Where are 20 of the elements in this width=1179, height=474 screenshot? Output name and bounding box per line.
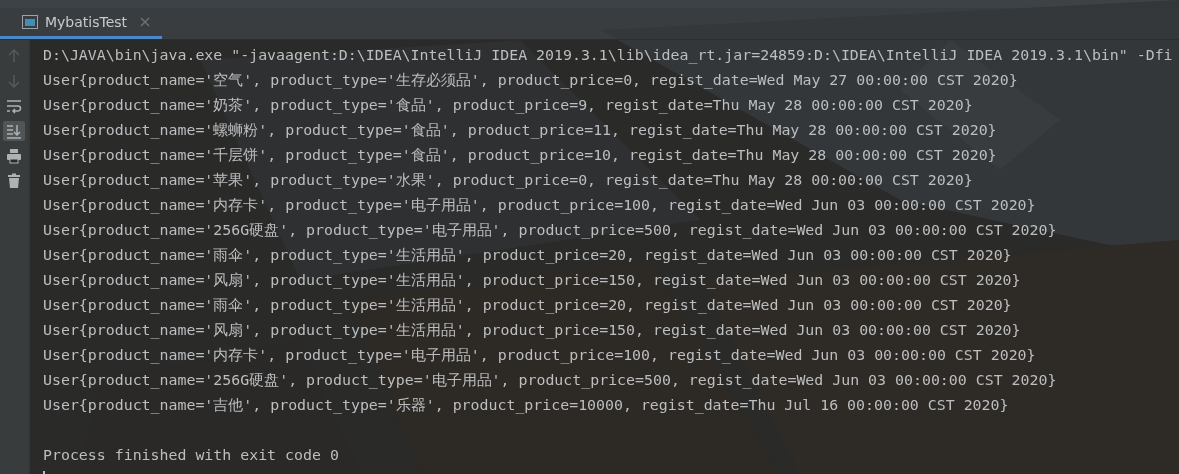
scroll-to-end-icon[interactable] xyxy=(3,121,25,141)
close-icon[interactable] xyxy=(140,17,151,27)
console-line: User{product_name='256G硬盘', product_type='电子用品', product_price=500, regist_date=Wed Jun 03 00:00:00 CST 2020} xyxy=(43,220,1058,241)
console-line: User{product_name='雨伞', product_type='生活用品', product_price=20, regist_date=Wed Jun 03 00:00:00 CST 2020} xyxy=(43,245,1013,266)
console-line: User{product_name='千层饼', product_type='食品', product_price=10, regist_date=Thu May 28 00:00:00 CST 2020} xyxy=(43,145,998,166)
console-line: User{product_name='256G硬盘', product_type='电子用品', product_price=500, regist_date=Wed Jun 03 00:00:00 CST 2020} xyxy=(43,370,1058,391)
console-line: User{product_name='苹果', product_type='水果', product_price=0, regist_date=Thu May 28 00:00:00 CST 2020} xyxy=(43,170,974,191)
console-line: User{product_name='内存卡', product_type='电子用品', product_price=100, regist_date=Wed Jun 03 00:00:00 CST 2020} xyxy=(43,345,1037,366)
console-line: User{product_name='风扇', product_type='生活用品', product_price=150, regist_date=Wed Jun 03 00:00:00 CST 2020} xyxy=(43,320,1022,341)
console-window-icon xyxy=(22,15,38,29)
console-line: User{product_name='内存卡', product_type='电子用品', product_price=100, regist_date=Wed Jun 03 00:00:00 CST 2020} xyxy=(43,195,1037,216)
console-line: User{product_name='螺蛳粉', product_type='食品', product_price=11, regist_date=Thu May 28 00:00:00 CST 2020} xyxy=(43,120,998,141)
console-line: User{product_name='吉他', product_type='乐器', product_price=10000, regist_date=Thu Jul 16 00:00:00 CST 2020} xyxy=(43,395,1010,416)
exit-message: Process finished with exit code 0 xyxy=(43,445,340,466)
console-line: D:\JAVA\bin\java.exe "-javaagent:D:\IDEA\IntelliJ IDEA 2019.3.1\lib\idea_rt.jar=24859:D:\IDEA\IntelliJ IDEA 2019.3.1\bin" -Dfi xyxy=(43,45,1173,66)
console-line: User{product_name='风扇', product_type='生活用品', product_price=150, regist_date=Wed Jun 03 00:00:00 CST 2020} xyxy=(43,270,1022,291)
console-line: User{product_name='奶茶', product_type='食品', product_price=9, regist_date=Thu May 28 00:00:00 CST 2020} xyxy=(43,95,974,116)
console-line: User{product_name='雨伞', product_type='生活用品', product_price=20, regist_date=Wed Jun 03 00:00:00 CST 2020} xyxy=(43,295,1013,316)
console-tab[interactable]: MybatisTest xyxy=(0,8,163,39)
console-line: User{product_name='空气', product_type='生存必须品', product_price=0, regist_date=Wed May 27 00:00:00 CST 2020} xyxy=(43,70,1019,91)
